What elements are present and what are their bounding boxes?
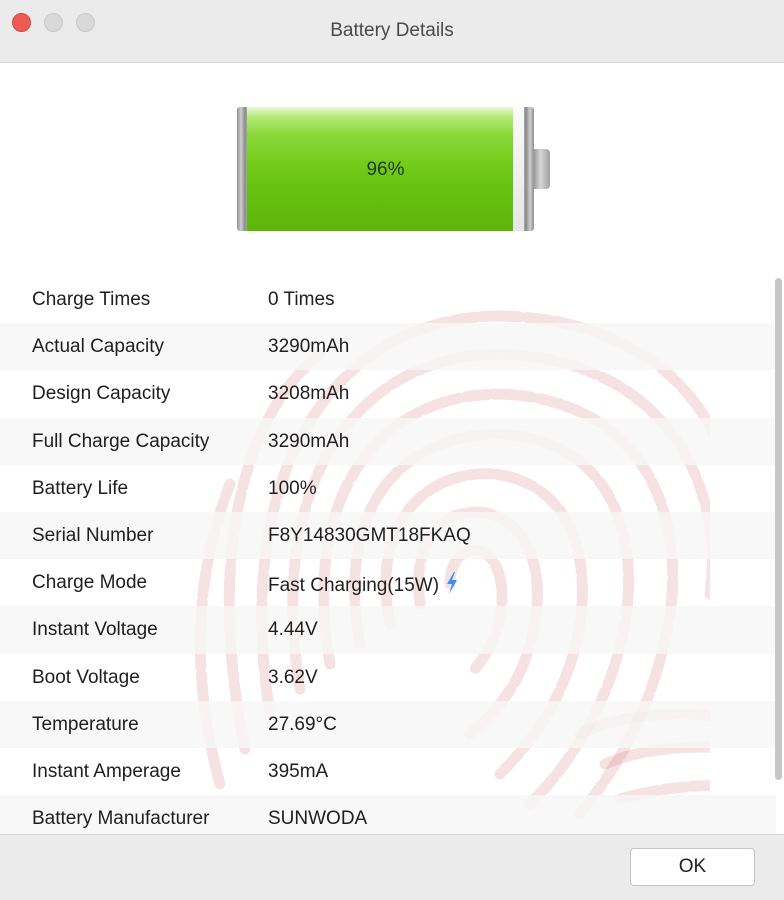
ok-button[interactable]: OK xyxy=(630,848,755,886)
detail-row: Charge Times 0 Times xyxy=(0,276,776,323)
detail-value-text: 4.44V xyxy=(268,619,318,641)
detail-row: Boot Voltage 3.62V xyxy=(0,654,776,701)
detail-label: Battery Manufacturer xyxy=(32,808,210,830)
detail-label: Temperature xyxy=(32,713,139,735)
detail-row: Design Capacity 3208mAh xyxy=(0,370,776,417)
detail-row: Temperature 27.69°C xyxy=(0,700,776,748)
title-bar: Battery Details xyxy=(0,0,784,63)
detail-row: Battery Manufacturer SUNWODA xyxy=(0,795,776,834)
detail-value-text: 3.62V xyxy=(268,666,318,688)
window-title: Battery Details xyxy=(330,20,454,41)
detail-value-text: 27.69°C xyxy=(268,713,337,735)
detail-label: Full Charge Capacity xyxy=(32,430,210,452)
detail-value-text: 100% xyxy=(268,477,317,499)
detail-row: Actual Capacity 3290mAh xyxy=(0,323,776,371)
detail-label: Design Capacity xyxy=(32,383,171,405)
detail-row: Full Charge Capacity 3290mAh xyxy=(0,417,776,465)
detail-value: F8Y14830GMT18FKAQ xyxy=(268,525,471,547)
lightning-bolt-icon xyxy=(447,572,458,595)
detail-label: Charge Times xyxy=(32,289,151,310)
detail-value: Fast Charging(15W) xyxy=(268,572,459,597)
detail-value-text: 3208mAh xyxy=(268,383,350,405)
detail-value: 100% xyxy=(268,478,317,500)
detail-label: Instant Voltage xyxy=(32,619,158,641)
battery-percentage-label: 96% xyxy=(366,159,405,180)
detail-value: 4.44V xyxy=(268,619,318,641)
detail-value-text: SUNWODA xyxy=(268,808,368,830)
detail-value: 3290mAh xyxy=(268,336,349,358)
detail-label: Boot Voltage xyxy=(32,666,140,688)
detail-value: 27.69°C xyxy=(268,714,337,736)
background-window-strip xyxy=(0,884,784,900)
battery-details-table: Charge Times 0 Times Actual Capacity 3290mA… xyxy=(0,276,776,834)
detail-value: 3290mAh xyxy=(268,431,349,453)
detail-label: Instant Amperage xyxy=(32,760,181,782)
detail-value: 3.62V xyxy=(268,667,318,689)
battery-details-window: Battery Details 96% Charge Times 0 Times… xyxy=(0,0,784,900)
detail-row: Battery Life 100% xyxy=(0,465,776,512)
detail-label: Charge Mode xyxy=(32,572,148,594)
detail-row: Instant Amperage 395mA xyxy=(0,748,776,795)
vertical-scrollbar[interactable] xyxy=(775,278,782,780)
detail-label: Actual Capacity xyxy=(32,336,165,358)
battery-terminal xyxy=(534,149,550,189)
detail-row: Instant Voltage 4.44V xyxy=(0,606,776,654)
detail-value: 0 Times xyxy=(268,289,335,311)
detail-row: Serial Number F8Y14830GMT18FKAQ xyxy=(0,511,776,560)
detail-value-text: 0 Times xyxy=(268,289,335,310)
battery-level-graphic: 96% xyxy=(237,107,550,231)
detail-row: Charge Mode Fast Charging(15W) xyxy=(0,559,776,606)
detail-value-text: 3290mAh xyxy=(268,336,350,358)
detail-label: Battery Life xyxy=(32,477,129,499)
details-content: 96% Charge Times 0 Times Actual Capacity 32… xyxy=(0,64,784,834)
detail-value-text: 395mA xyxy=(268,760,329,782)
detail-value: SUNWODA xyxy=(268,808,367,830)
detail-value-text: Fast Charging(15W) xyxy=(268,575,440,597)
detail-value-text: F8Y14830GMT18FKAQ xyxy=(268,524,471,546)
detail-value: 395mA xyxy=(268,761,328,783)
detail-value-text: 3290mAh xyxy=(268,430,350,452)
detail-label: Serial Number xyxy=(32,524,154,546)
detail-value: 3208mAh xyxy=(268,383,349,405)
